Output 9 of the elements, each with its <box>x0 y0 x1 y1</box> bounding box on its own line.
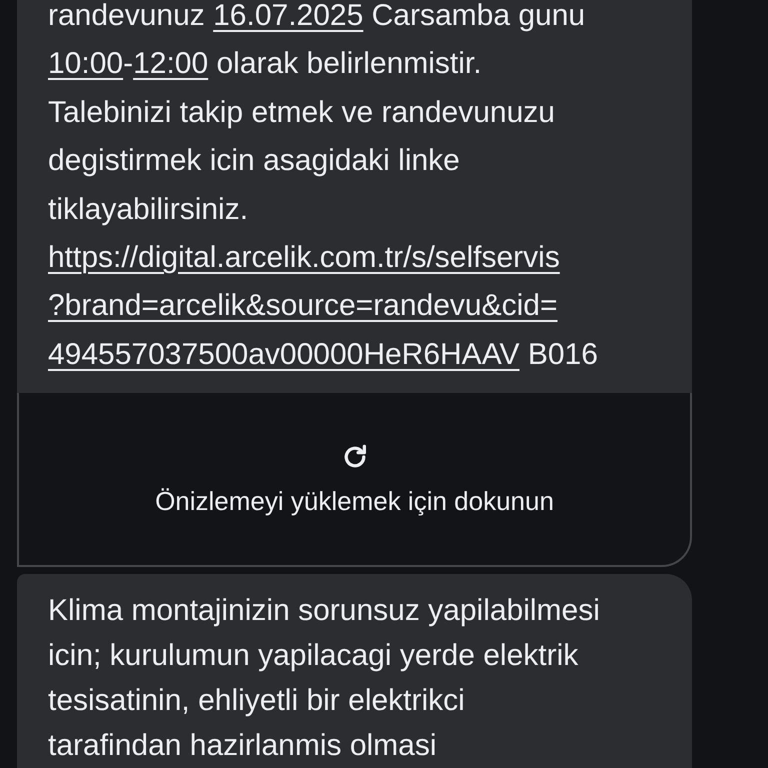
message-link[interactable]: 10:00 <box>48 47 124 80</box>
message-text: randevunuz 16.07.2025 Carsamba gunu 10:00-12:00 olarak belirlenmistir. Talebinizi takip etmek ve randevunuzu degistirmek icin asagidaki linke tiklayabilirsiniz. https://digital.arcelik.com.tr/s/selfservis ?brand=arcelik&source=randevu&cid= 494557037500av00000HeR6HAAV B016 <box>48 0 599 373</box>
message-link[interactable]: 494557037500av00000HeR6HAAV <box>48 338 520 371</box>
message-link[interactable]: ?brand=arcelik&source=randevu&cid= <box>48 289 558 322</box>
message-link[interactable]: 16.07.2025 <box>213 0 364 32</box>
message-link[interactable]: 12:00 <box>133 47 208 80</box>
link-preview[interactable]: Önizlemeyi yüklemek için dokunun <box>17 393 692 568</box>
message-text: Klima montajinizin sorunsuz yapilabilmesi icin; kurulumun yapilacagi yerde elektrik tesisatinin, ehliyetli bir elektrikci tarafindan hazirlanmis olmasi <box>48 593 601 764</box>
message-link[interactable]: https://digital.arcelik.com.tr/s/selfservis <box>48 241 560 274</box>
